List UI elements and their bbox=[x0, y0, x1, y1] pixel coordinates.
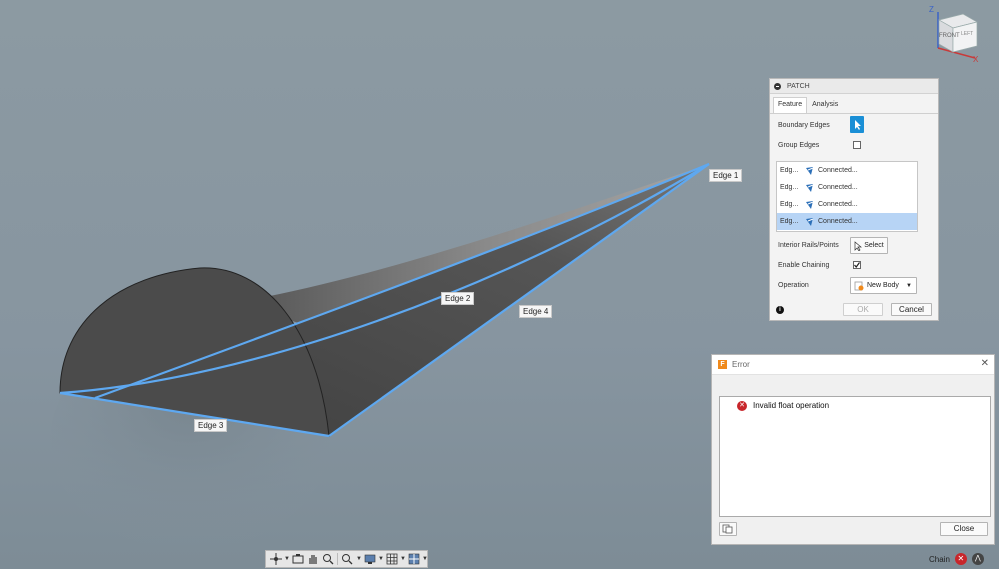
look-at-icon[interactable] bbox=[291, 553, 304, 565]
chevron-down-icon[interactable]: ▼ bbox=[356, 556, 362, 562]
axis-z-label: Z bbox=[929, 5, 934, 14]
tab-analysis[interactable]: Analysis bbox=[807, 97, 843, 113]
edge-row-name: Edg... bbox=[780, 218, 799, 225]
error-icon: ✕ bbox=[737, 401, 747, 411]
edge-1-label: Edge 1 bbox=[709, 169, 743, 182]
group-edges-label: Group Edges bbox=[778, 142, 820, 149]
user-account-icon[interactable]: ⋀ bbox=[971, 553, 984, 565]
edge-row-chain: Connected... bbox=[818, 167, 858, 174]
chain-icon bbox=[806, 217, 814, 226]
view-cube[interactable]: Z X FRONT LEFT bbox=[925, 4, 995, 66]
error-title-bar[interactable]: F Error ✕ bbox=[712, 355, 994, 375]
enable-chaining-label: Enable Chaining bbox=[778, 262, 830, 269]
copy-button[interactable] bbox=[719, 522, 737, 536]
viewcube-left-face[interactable]: LEFT bbox=[961, 31, 973, 37]
close-icon[interactable]: ✕ bbox=[981, 358, 989, 369]
chain-icon bbox=[806, 183, 814, 192]
chevron-down-icon[interactable]: ▼ bbox=[284, 556, 290, 562]
chevron-down-icon[interactable]: ▼ bbox=[378, 556, 384, 562]
zoom-icon[interactable] bbox=[341, 553, 354, 565]
enable-chaining-checkbox[interactable] bbox=[853, 261, 861, 269]
display-settings-icon[interactable] bbox=[363, 553, 376, 565]
edge-list-row-selected[interactable]: Edg... Connected... bbox=[777, 213, 917, 230]
viewcube-front-face[interactable]: FRONT bbox=[939, 33, 960, 39]
error-message: Invalid float operation bbox=[753, 401, 830, 410]
edge-list-row[interactable]: Edg... Connected... bbox=[777, 196, 917, 213]
edge-row-name: Edg... bbox=[780, 184, 799, 191]
patch-title: PATCH bbox=[787, 82, 810, 90]
edge-row-chain: Connected... bbox=[818, 184, 858, 191]
fusion-app-icon: F bbox=[718, 360, 727, 369]
cursor-arrow-icon bbox=[855, 120, 861, 130]
chain-icon bbox=[806, 200, 814, 209]
chevron-down-icon[interactable]: ▼ bbox=[400, 556, 406, 562]
viewports-icon[interactable] bbox=[407, 553, 420, 565]
new-body-icon bbox=[854, 281, 864, 290]
close-button[interactable]: Close bbox=[940, 522, 988, 536]
edge-2-label: Edge 2 bbox=[441, 292, 475, 305]
edge-row-name: Edg... bbox=[780, 167, 799, 174]
patch-header[interactable]: PATCH bbox=[770, 79, 938, 94]
grid-icon[interactable] bbox=[385, 553, 398, 565]
patch-tabs: Feature Analysis bbox=[770, 97, 938, 114]
error-title: Error bbox=[732, 360, 750, 369]
info-icon[interactable]: i bbox=[776, 306, 784, 314]
orbit-icon[interactable] bbox=[269, 553, 282, 565]
edge-3-label: Edge 3 bbox=[194, 419, 228, 432]
selection-mode-label: Chain bbox=[929, 554, 950, 564]
cancel-button[interactable]: Cancel bbox=[891, 303, 932, 316]
boundary-edges-select-button[interactable] bbox=[850, 116, 864, 133]
edge-4-label: Edge 4 bbox=[519, 305, 553, 318]
edge-list-row[interactable]: Edg... Connected... bbox=[777, 162, 917, 179]
interior-rails-select-button[interactable]: Select bbox=[850, 237, 888, 254]
operation-value: New Body bbox=[867, 282, 899, 289]
toolbar-divider bbox=[337, 553, 338, 565]
tab-feature[interactable]: Feature bbox=[773, 97, 808, 113]
copy-icon bbox=[722, 524, 733, 534]
edge-row-name: Edg... bbox=[780, 201, 799, 208]
patch-dialog: PATCH Feature Analysis Boundary Edges Gr… bbox=[769, 78, 939, 321]
collapse-icon[interactable] bbox=[774, 82, 781, 90]
status-bar: Chain ✕ ⋀ bbox=[929, 553, 984, 565]
error-status-icon[interactable]: ✕ bbox=[954, 553, 967, 565]
boundary-edge-list[interactable]: Edg... Connected... Edg... Connected... … bbox=[776, 161, 918, 232]
ok-button[interactable]: OK bbox=[843, 303, 883, 316]
chevron-down-icon: ▼ bbox=[906, 282, 912, 289]
interior-rails-label: Interior Rails/Points bbox=[778, 242, 839, 249]
axis-x-label: X bbox=[973, 55, 979, 64]
chevron-down-icon[interactable]: ▼ bbox=[422, 556, 428, 562]
chain-icon bbox=[806, 166, 814, 175]
operation-dropdown[interactable]: New Body ▼ bbox=[850, 277, 917, 294]
select-label: Select bbox=[864, 242, 884, 249]
edge-row-chain: Connected... bbox=[818, 218, 858, 225]
edge-row-chain: Connected... bbox=[818, 201, 858, 208]
group-edges-checkbox[interactable] bbox=[853, 141, 861, 149]
cursor-arrow-icon bbox=[854, 240, 863, 251]
zoom-window-icon[interactable] bbox=[321, 553, 334, 565]
navigation-toolbar: ▼ ▼ ▼ ▼ ▼ bbox=[265, 550, 428, 568]
error-dialog: F Error ✕ ✕ Invalid float operation Clos… bbox=[711, 354, 995, 545]
pan-hand-icon[interactable] bbox=[306, 553, 319, 565]
edge-list-row[interactable]: Edg... Connected... bbox=[777, 179, 917, 196]
boundary-edges-label: Boundary Edges bbox=[778, 122, 830, 129]
operation-label: Operation bbox=[778, 282, 809, 289]
checkmark-icon bbox=[854, 262, 860, 268]
error-message-area: ✕ Invalid float operation bbox=[719, 396, 991, 517]
